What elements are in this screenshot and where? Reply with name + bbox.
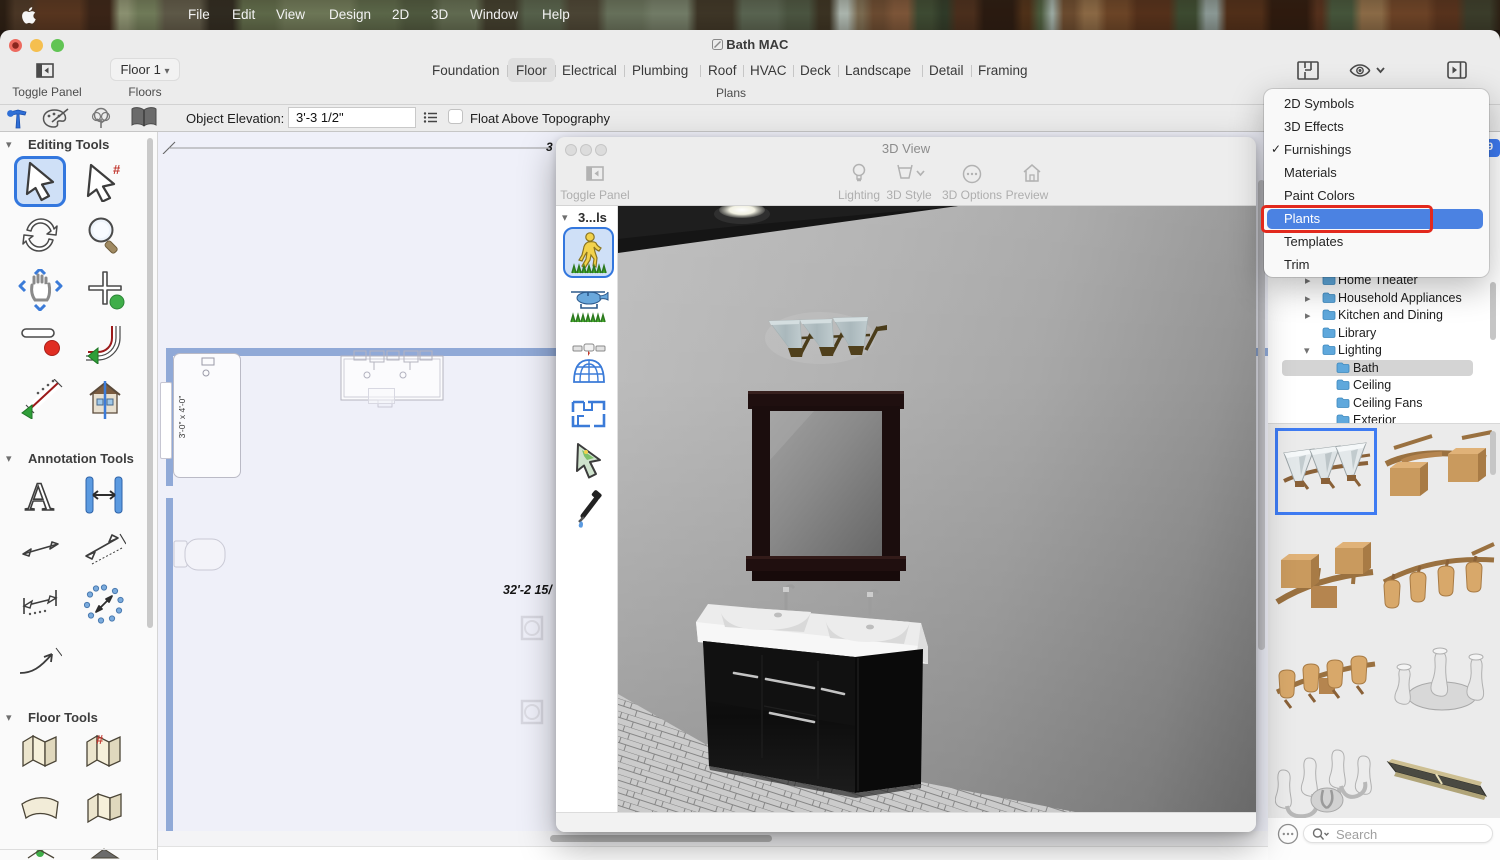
svg-text:#: # (96, 732, 104, 747)
svg-text:#: # (113, 162, 121, 177)
svg-text:A: A (25, 477, 54, 514)
